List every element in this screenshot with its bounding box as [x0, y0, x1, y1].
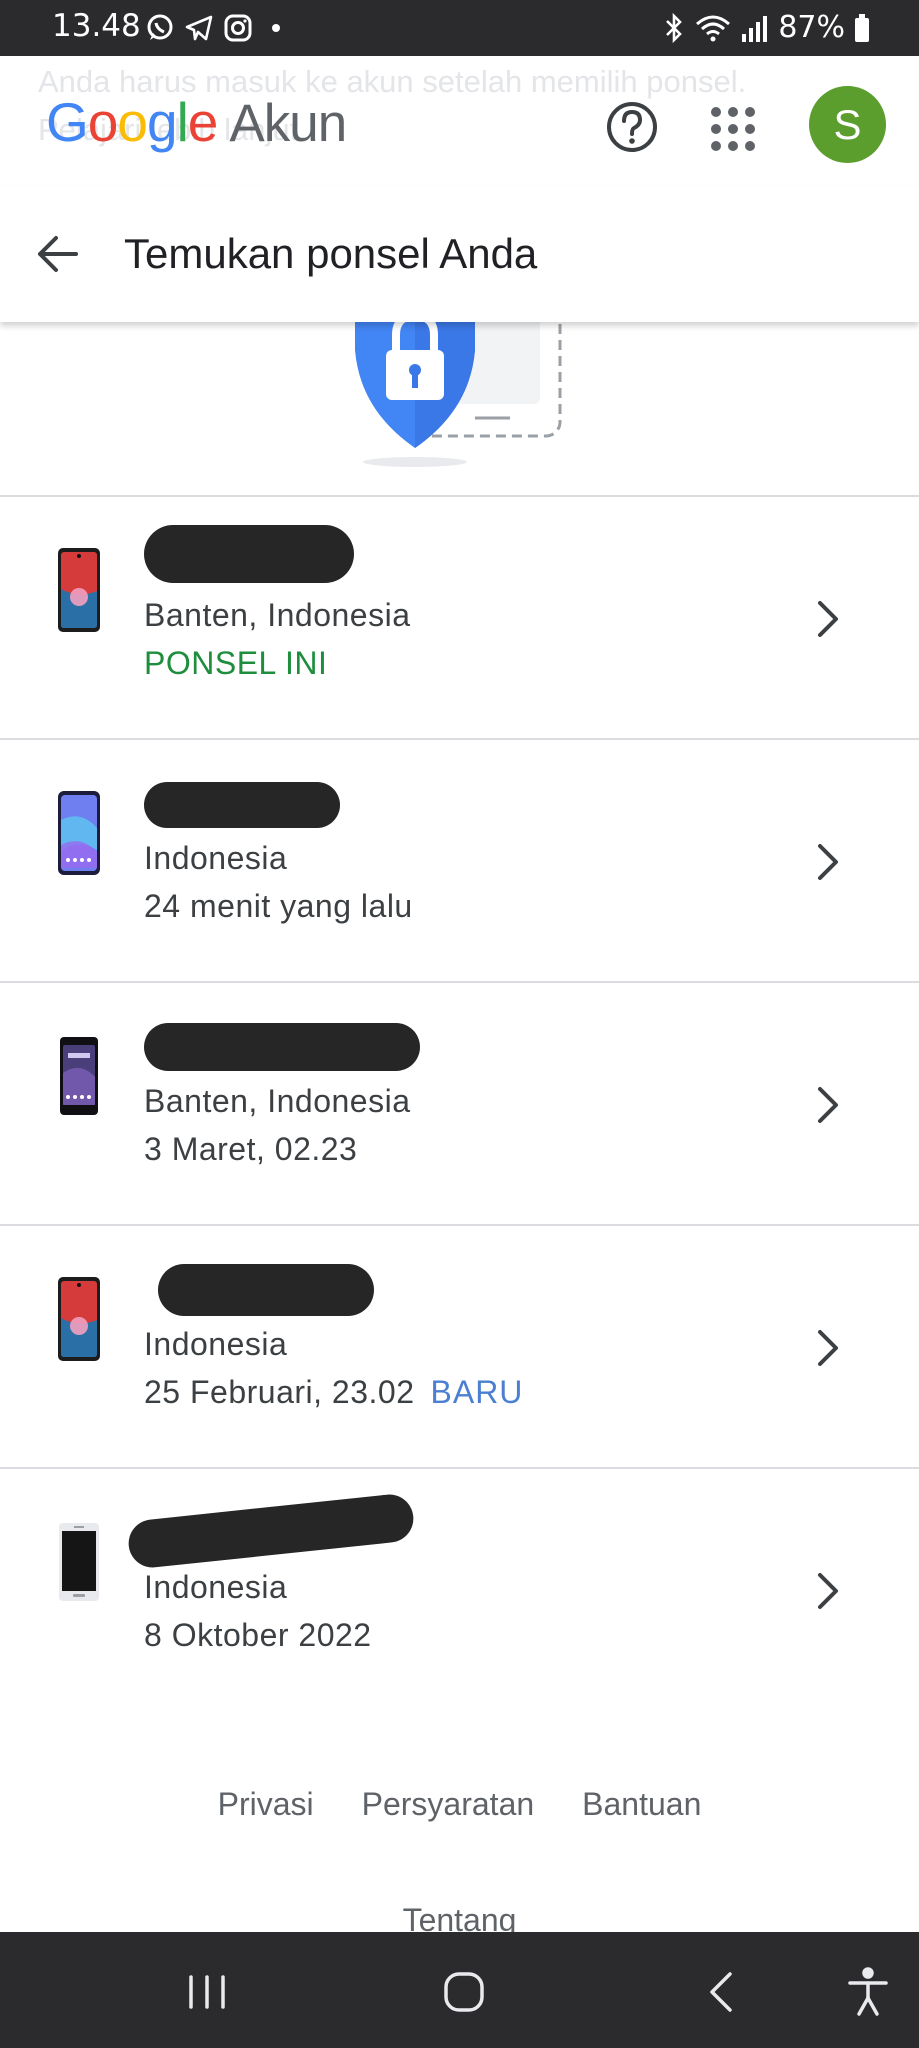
chevron-right-icon[interactable]: [808, 1324, 848, 1372]
notification-icons: [145, 12, 286, 44]
device-last-seen: 8 Oktober 2022: [144, 1617, 372, 1653]
bluetooth-icon: [666, 12, 683, 43]
status-bar: 13.48 87%: [0, 0, 919, 56]
device-last-seen: 24 menit yang lalu: [144, 888, 413, 924]
system-icons: 87%: [662, 10, 871, 45]
terms-link[interactable]: Persyaratan: [362, 1786, 535, 1823]
dot-icon: [272, 24, 280, 32]
chevron-right-icon[interactable]: [808, 1081, 848, 1129]
avatar[interactable]: S: [809, 86, 886, 163]
google-logo[interactable]: Google Akun: [46, 90, 347, 154]
battery-percent: 87%: [778, 10, 845, 45]
telegram-icon: [185, 15, 213, 41]
logo-letter: l: [176, 91, 189, 153]
device-row[interactable]: Indonesia 24 menit yang lalu: [0, 740, 919, 982]
device-row[interactable]: Indonesia 25 Februari, 23.02 BARU: [0, 1226, 919, 1468]
device-location: Indonesia: [144, 1326, 288, 1362]
device-row[interactable]: Banten, Indonesia PONSEL INI: [0, 497, 919, 739]
recent-apps-icon[interactable]: [177, 1962, 237, 2022]
google-apps-icon[interactable]: [704, 100, 762, 158]
device-location: Indonesia: [144, 840, 288, 876]
chevron-right-icon[interactable]: [808, 1567, 848, 1615]
privacy-link[interactable]: Privasi: [218, 1786, 314, 1823]
logo-letter: g: [146, 91, 178, 153]
chevron-right-icon[interactable]: [808, 838, 848, 886]
device-name-redacted: [126, 1492, 416, 1570]
footer-links: Privasi Persyaratan Bantuan: [0, 1786, 919, 1823]
logo-letter: G: [46, 91, 89, 153]
help-icon[interactable]: [603, 98, 661, 156]
logo-letter: e: [187, 91, 219, 153]
phone-purple-icon: [60, 1037, 98, 1115]
phone-blue-icon: [58, 791, 100, 875]
wifi-icon: [696, 15, 731, 41]
accessibility-icon[interactable]: [838, 1962, 898, 2022]
page-title: Temukan ponsel Anda: [124, 230, 538, 277]
device-last-seen: 25 Februari, 23.02 BARU: [144, 1374, 523, 1411]
back-icon[interactable]: [692, 1962, 752, 2022]
device-last-seen-text: 25 Februari, 23.02: [144, 1374, 415, 1410]
device-location: Banten, Indonesia: [144, 597, 411, 633]
status-time: 13.48: [52, 8, 141, 44]
battery-icon: [855, 13, 869, 42]
whatsapp-icon: [147, 14, 173, 40]
device-row[interactable]: Indonesia 8 Oktober 2022: [0, 1469, 919, 1711]
title-bar: Temukan ponsel Anda: [0, 186, 919, 322]
phone-red-icon: [58, 548, 100, 632]
logo-letter: o: [117, 91, 148, 153]
signal-icon: [742, 15, 768, 42]
back-arrow-icon[interactable]: [32, 228, 84, 280]
logo-letter: o: [87, 91, 119, 153]
device-name-redacted: [144, 1023, 420, 1071]
device-location: Indonesia: [144, 1569, 288, 1605]
product-name: Akun: [229, 94, 347, 153]
instagram-icon: [224, 14, 252, 42]
device-row[interactable]: Banten, Indonesia 3 Maret, 02.23: [0, 983, 919, 1225]
device-last-seen: 3 Maret, 02.23: [144, 1131, 358, 1167]
account-header: Anda harus masuk ke akun setelah memilih…: [0, 56, 919, 186]
system-nav-bar: [0, 1932, 919, 2048]
device-name-redacted: [144, 525, 354, 583]
device-name-redacted: [144, 782, 340, 828]
chevron-right-icon[interactable]: [808, 595, 848, 643]
this-phone-label: PONSEL INI: [144, 645, 328, 681]
help-link[interactable]: Bantuan: [582, 1786, 701, 1823]
home-icon[interactable]: [434, 1962, 494, 2022]
device-name-redacted: [158, 1264, 374, 1316]
new-badge: BARU: [430, 1374, 524, 1410]
phone-red-icon: [58, 1277, 100, 1361]
phone-black-icon: [59, 1523, 99, 1601]
device-location: Banten, Indonesia: [144, 1083, 411, 1119]
